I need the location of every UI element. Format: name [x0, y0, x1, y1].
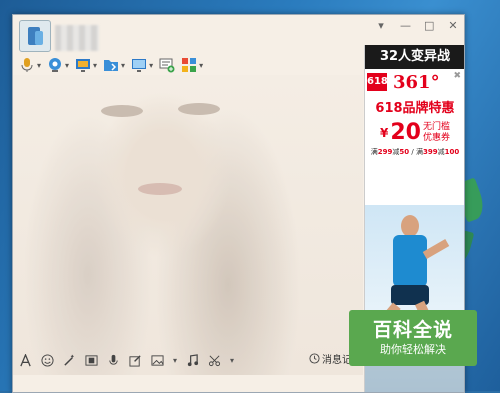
chevron-down-icon[interactable]: ▾ — [230, 356, 234, 365]
ad-deal-part: 299 — [377, 148, 393, 156]
chevron-down-icon[interactable]: ▾ — [173, 356, 177, 365]
ad-coupon: ¥ 20 无门槛 优惠券 — [365, 120, 464, 145]
ad-deal-part: / — [409, 148, 416, 156]
ad-deal-part: 满 — [415, 148, 423, 156]
scissors-icon[interactable] — [208, 354, 221, 367]
ad-badge: 618 — [367, 73, 388, 91]
ad-deal-part: 50 — [399, 148, 410, 156]
chevron-down-icon[interactable]: ▾ — [37, 61, 41, 70]
apps-grid-icon — [182, 58, 197, 72]
photo-detail — [138, 183, 182, 195]
device-icon — [35, 31, 43, 45]
remote-desktop-icon — [132, 59, 147, 72]
ad-amount: 20 — [390, 120, 421, 145]
chevron-down-icon[interactable]: ▾ — [65, 61, 69, 70]
chevron-down-icon[interactable]: ▾ — [199, 61, 203, 70]
ad-deal-part: 减 — [437, 148, 445, 156]
edit-icon[interactable] — [129, 354, 142, 367]
ad-brand-logo: 361° — [393, 71, 440, 93]
maximize-icon[interactable]: □ — [424, 19, 434, 32]
photo-detail — [101, 105, 143, 117]
ad-logo-row: 618 361° ✖ — [365, 69, 464, 95]
video-call-button[interactable]: ▾ — [47, 56, 69, 74]
ad-deal-part: 满 — [370, 148, 378, 156]
input-toolbar: ▾ ▾ — [19, 351, 359, 369]
close-icon[interactable]: ✕ — [448, 19, 458, 32]
menu-icon[interactable]: ▾ — [376, 19, 386, 32]
remote-desktop-button[interactable]: ▾ — [131, 56, 153, 74]
ad-headline: 618品牌特惠 — [375, 101, 455, 116]
message-add-icon — [159, 58, 175, 73]
top-toolbar: ▾ ▾ ▾ ▾ ▾ ▾ — [19, 55, 203, 75]
chevron-down-icon[interactable]: ▾ — [121, 61, 125, 70]
image-icon[interactable] — [151, 354, 164, 367]
screen-share-button[interactable]: ▾ — [75, 56, 97, 74]
ad-coupon-line: 无门槛 — [422, 121, 450, 132]
music-icon[interactable] — [186, 353, 199, 367]
ad-deal-part: 399 — [422, 148, 438, 156]
ad-coupon-text: 无门槛 优惠券 — [423, 122, 450, 144]
send-file-button[interactable]: ▾ — [103, 56, 125, 74]
video-clip-icon[interactable] — [85, 354, 98, 367]
chat-background-photo — [13, 75, 363, 375]
photo-detail — [178, 103, 220, 115]
microphone-icon — [21, 58, 33, 72]
ad-deal-part: 100 — [444, 148, 460, 156]
emoji-icon[interactable] — [41, 353, 54, 367]
contact-name-blurred — [55, 25, 99, 51]
voice-call-button[interactable]: ▾ — [19, 56, 41, 74]
minimize-icon[interactable]: — — [400, 19, 411, 32]
watermark-subtitle: 助你轻松解决 — [380, 343, 446, 356]
contact-avatar[interactable] — [19, 20, 51, 52]
magic-wand-icon[interactable] — [63, 354, 76, 367]
watermark-title: 百科全说 — [372, 319, 453, 341]
chevron-down-icon[interactable]: ▾ — [93, 61, 97, 70]
baike-watermark-logo: 百科全说 助你轻松解决 — [349, 310, 477, 366]
window-controls: ▾ — □ ✕ — [376, 19, 458, 32]
ad-currency: ¥ — [380, 125, 389, 140]
chevron-down-icon[interactable]: ▾ — [149, 61, 153, 70]
runner-figure — [401, 215, 419, 237]
screen-share-icon — [76, 59, 91, 72]
apps-button[interactable]: ▾ — [181, 56, 203, 74]
font-icon[interactable] — [19, 353, 32, 367]
new-discussion-button[interactable] — [159, 56, 175, 74]
ad-close-icon[interactable]: ✖ — [453, 71, 461, 81]
ad-deal-text: 满299减50 / 满399减100 — [365, 147, 464, 157]
voice-message-icon[interactable] — [107, 354, 120, 367]
runner-figure — [393, 235, 427, 287]
webcam-icon — [49, 58, 62, 72]
ad-banner-top: 32人变异战 — [365, 45, 464, 69]
ad-coupon-line: 优惠券 — [422, 132, 450, 143]
clock-icon — [309, 353, 320, 364]
folder-icon — [104, 60, 119, 71]
